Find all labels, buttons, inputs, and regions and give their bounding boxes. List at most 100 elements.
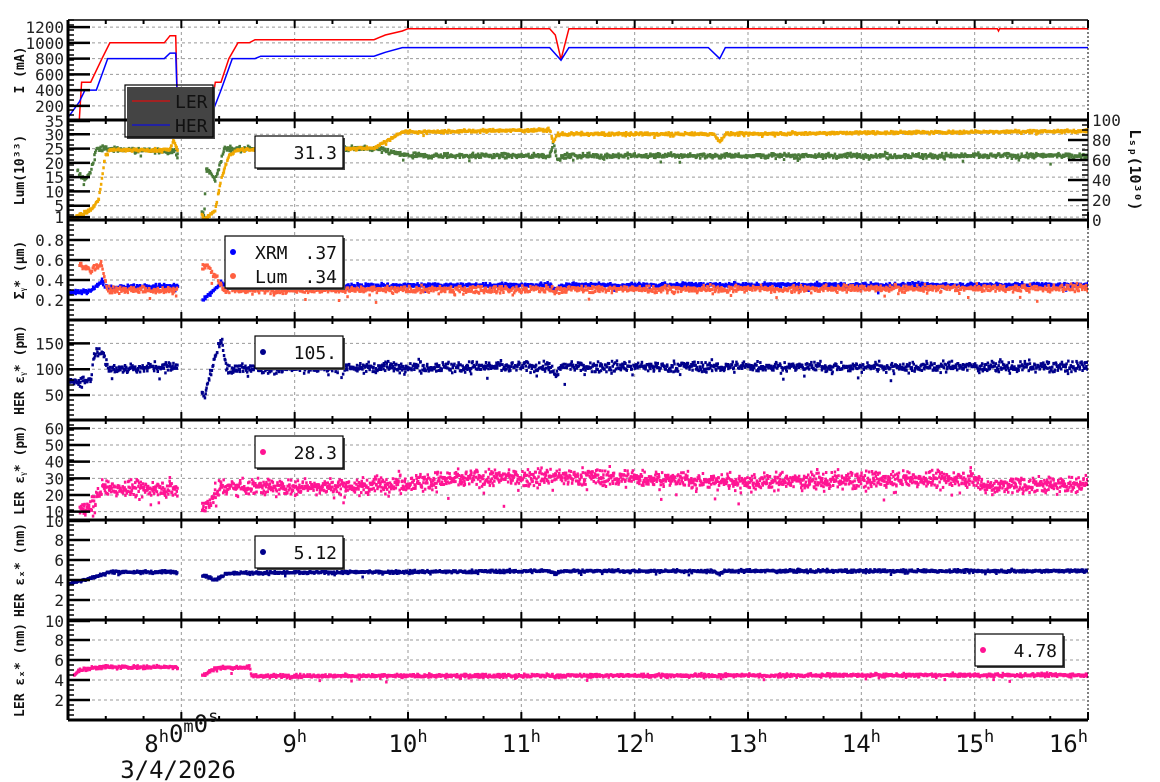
right-y-tick-label: 20 xyxy=(1092,191,1111,210)
data-point xyxy=(470,155,473,159)
data-point xyxy=(941,151,944,155)
data-point xyxy=(821,157,825,160)
data-point xyxy=(269,292,272,296)
data-point xyxy=(548,154,552,158)
right-y-tick-label: 40 xyxy=(1092,171,1111,190)
data-point xyxy=(402,158,405,162)
data-point xyxy=(170,144,173,148)
series-group xyxy=(68,259,1088,304)
y-axis-title: Lum(10³³) xyxy=(13,135,28,205)
data-point xyxy=(79,172,82,176)
data-point xyxy=(380,151,384,154)
data-point xyxy=(391,292,395,295)
data-point xyxy=(346,295,349,299)
data-point xyxy=(203,207,206,211)
data-point xyxy=(89,171,92,175)
data-point xyxy=(210,269,214,273)
data-point xyxy=(257,291,261,295)
data-point xyxy=(384,142,388,146)
data-point xyxy=(214,179,217,183)
data-point xyxy=(961,159,965,163)
data-point xyxy=(216,171,219,175)
data-point xyxy=(100,277,104,281)
data-point xyxy=(471,151,475,155)
data-point xyxy=(304,298,307,301)
data-point xyxy=(877,291,880,295)
data-point xyxy=(176,152,179,156)
data-point xyxy=(90,270,94,273)
data-point xyxy=(238,144,241,148)
data-point xyxy=(572,158,575,162)
data-point xyxy=(403,285,407,289)
data-point xyxy=(554,154,558,158)
data-point xyxy=(554,149,557,153)
data-point xyxy=(228,291,231,295)
data-point xyxy=(98,191,101,195)
data-point xyxy=(943,157,946,161)
data-point xyxy=(106,153,109,157)
data-point xyxy=(422,134,425,138)
panel-3: 0.20.40.60.8Σᵧ* (μm) xyxy=(13,218,1089,322)
data-point xyxy=(1067,156,1071,159)
data-point xyxy=(458,156,462,159)
data-point xyxy=(223,166,226,170)
data-point xyxy=(444,290,447,294)
data-point xyxy=(390,285,393,289)
right-y-tick-label: 80 xyxy=(1092,131,1111,150)
data-point xyxy=(446,151,449,155)
y-axis-title: I (mA) xyxy=(13,47,28,94)
data-point xyxy=(102,166,105,170)
data-point xyxy=(659,160,662,164)
data-point xyxy=(437,292,440,296)
data-point xyxy=(546,281,549,284)
data-point xyxy=(779,285,783,289)
data-point xyxy=(138,290,141,294)
data-point xyxy=(160,150,164,154)
data-point xyxy=(170,289,173,293)
data-point xyxy=(222,150,225,154)
y-tick-label: 1200 xyxy=(25,18,64,37)
data-point xyxy=(313,290,316,294)
data-point xyxy=(108,291,112,295)
data-point xyxy=(374,300,378,304)
data-point xyxy=(97,198,101,202)
data-point xyxy=(549,130,552,134)
data-point xyxy=(209,293,212,297)
data-point xyxy=(102,272,105,275)
data-point xyxy=(216,274,219,278)
data-point xyxy=(949,152,953,156)
data-point xyxy=(796,156,799,160)
data-point xyxy=(337,299,341,302)
data-point xyxy=(103,275,106,279)
data-point xyxy=(90,167,93,171)
data-point xyxy=(773,134,777,138)
data-point xyxy=(225,162,228,166)
multi-panel-time-series-chart: 200 400 600 800 1000 1200 I (mA) 1 5 10 15 20 25 30 35… xyxy=(0,0,1160,782)
data-point xyxy=(215,200,219,204)
data-point xyxy=(217,168,221,172)
y-tick-label: 35 xyxy=(45,112,64,131)
data-point xyxy=(281,292,284,296)
data-point xyxy=(218,163,221,167)
data-point xyxy=(139,154,143,158)
data-point xyxy=(602,157,606,161)
data-point xyxy=(346,286,350,290)
data-point xyxy=(527,152,530,156)
data-point xyxy=(886,151,889,155)
data-point xyxy=(550,148,553,152)
data-point xyxy=(100,176,104,180)
data-point xyxy=(126,291,130,295)
data-point xyxy=(154,282,158,286)
data-point xyxy=(203,192,207,196)
data-point xyxy=(698,156,702,160)
data-point xyxy=(93,264,96,267)
data-point xyxy=(107,284,111,288)
data-point xyxy=(92,161,95,165)
data-point xyxy=(917,152,921,156)
data-point xyxy=(176,148,179,152)
data-point xyxy=(626,156,630,160)
data-point xyxy=(219,181,222,185)
data-point xyxy=(101,267,104,271)
chart-svg: 20040060080010001200I (mA)15101520253035… xyxy=(13,18,1144,782)
data-point xyxy=(209,267,212,270)
